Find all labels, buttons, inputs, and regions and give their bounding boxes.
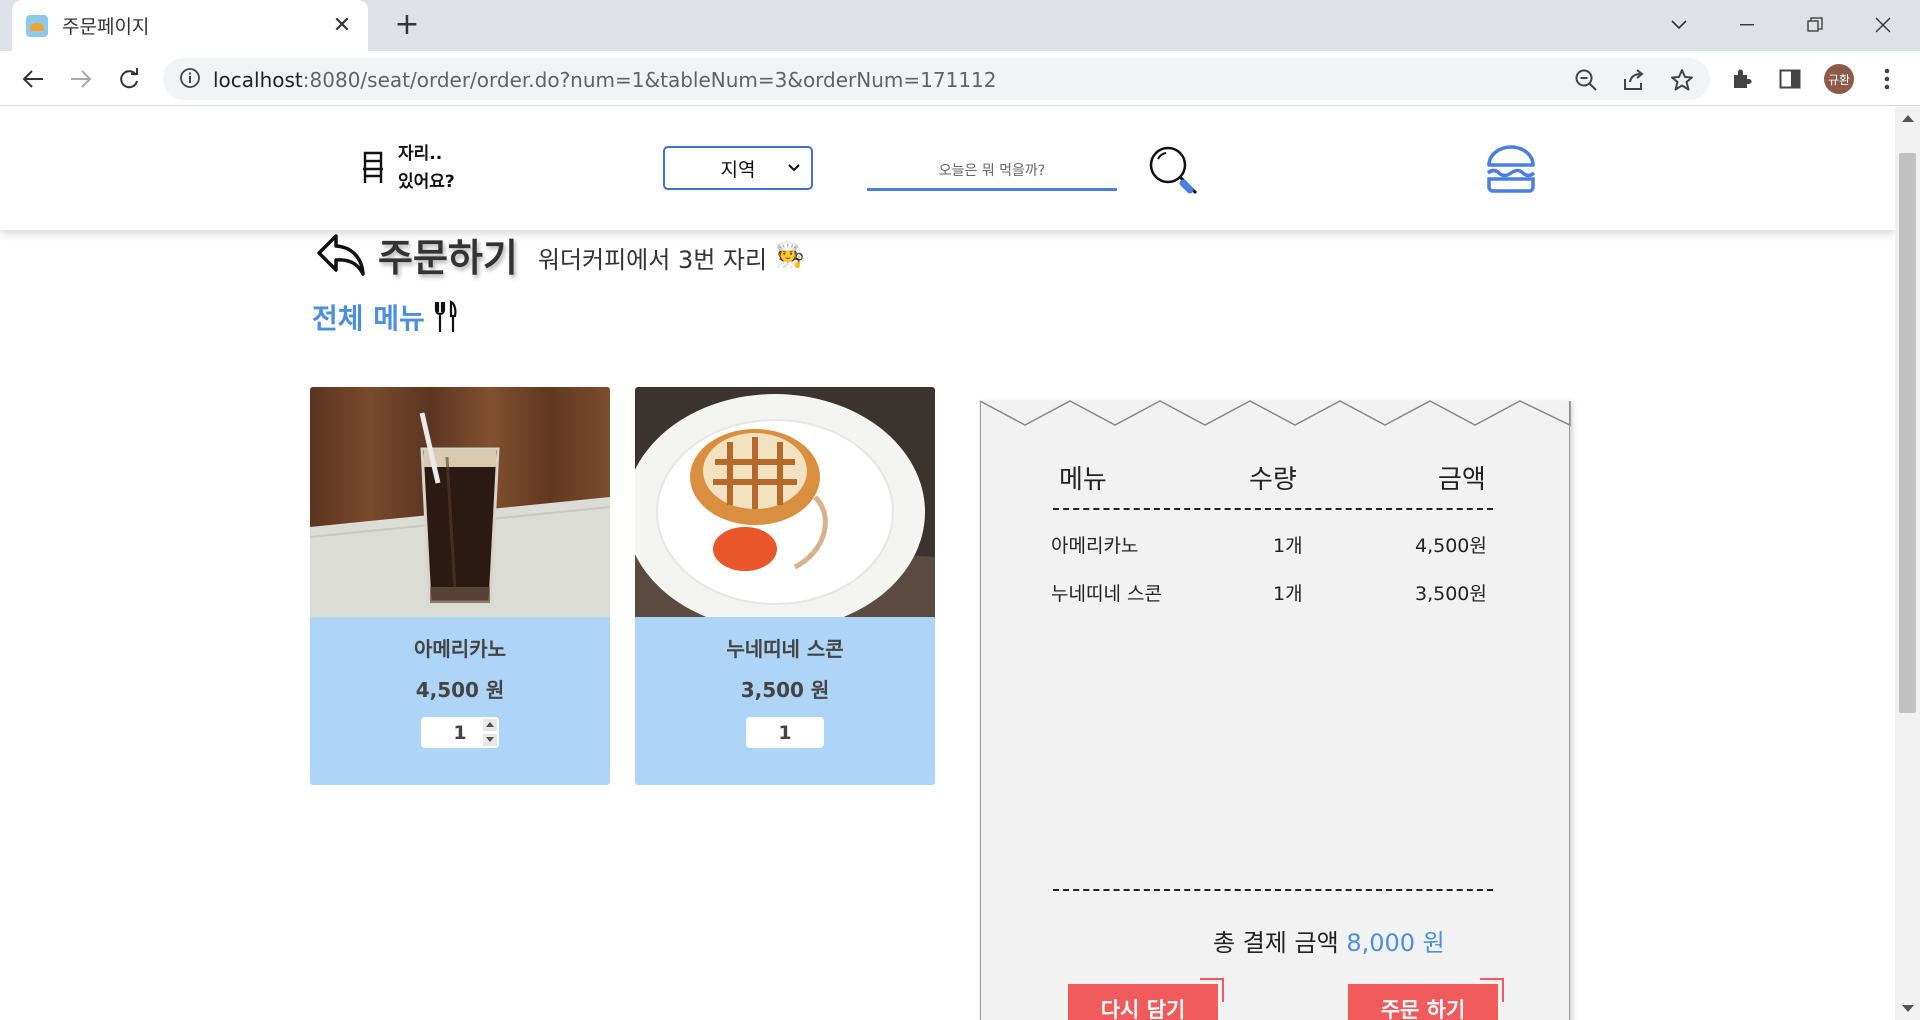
receipt-row-amount: 4,500원 [1415, 535, 1487, 557]
menu-card-scone[interactable]: 누네띠네 스콘 3,500 원 1 [635, 387, 935, 785]
browser-toolbar: localhost:8080/seat/order/order.do?num=1… [0, 51, 1920, 106]
page-scrollbar[interactable] [1895, 107, 1920, 1020]
menu-item-price: 4,500 원 [415, 678, 505, 702]
tab-close-icon[interactable]: ✕ [330, 13, 354, 38]
hamburger-menu-icon[interactable] [1485, 143, 1537, 195]
back-arrow-icon[interactable] [316, 232, 366, 278]
search-placeholder: 오늘은 뭐 먹을까? [938, 162, 1046, 179]
browser-tab-bar: 주문페이지 ✕ + [0, 0, 1920, 51]
logo-line-2: 있어요? [398, 172, 455, 192]
search-icon[interactable] [1146, 143, 1202, 199]
menu-item-name: 아메리카노 [414, 637, 506, 661]
reload-icon[interactable] [112, 62, 146, 96]
scroll-down-icon[interactable] [1902, 1005, 1914, 1012]
quantity-stepper[interactable]: 1 [746, 717, 824, 748]
search-input[interactable]: 오늘은 뭐 먹을까? [867, 151, 1117, 191]
new-tab-button[interactable]: + [390, 9, 424, 43]
store-seat-subtitle: 워더커피에서 3번 자리 [537, 246, 768, 274]
place-order-button[interactable]: 주문 하기 [1348, 978, 1504, 1020]
fork-knife-icon [434, 300, 457, 332]
chevron-down-icon [788, 164, 800, 172]
address-bar[interactable]: localhost:8080/seat/order/order.do?num=1… [163, 58, 1710, 100]
menu-item-price: 3,500 원 [740, 678, 830, 702]
receipt-col-qty: 수량 [1249, 465, 1297, 495]
menu-card-americano[interactable]: 아메리카노 4,500 원 1 [310, 387, 610, 785]
page-title-row: 주문하기 워더커피에서 3번 자리 🧑‍🍳 [316, 227, 805, 282]
browser-menu-icon[interactable] [1872, 64, 1902, 94]
menu-item-name: 누네띠네 스콘 [726, 637, 844, 661]
site-header: 자리.. 있어요? 지역 오늘은 뭐 먹을까? [0, 107, 1895, 230]
quantity-stepper[interactable]: 1 [421, 717, 499, 748]
scroll-thumb[interactable] [1899, 153, 1916, 713]
tab-title: 주문페이지 [62, 16, 150, 38]
receipt-zigzag-edge [979, 400, 1571, 427]
quantity-value: 1 [453, 721, 467, 744]
increment-icon[interactable] [483, 719, 497, 731]
receipt-row-amount: 3,500원 [1415, 583, 1487, 605]
url-text: localhost:8080/seat/order/order.do?num=1… [213, 68, 997, 92]
receipt-total: 총 결제 금액 8,000 원 [1213, 923, 1445, 958]
reset-cart-button[interactable]: 다시 담기 [1068, 978, 1224, 1020]
chef-icon: 🧑‍🍳 [775, 240, 805, 269]
site-logo[interactable]: 자리.. 있어요? [360, 140, 455, 196]
quantity-value: 1 [778, 721, 792, 744]
total-amount: 8,000 원 [1346, 929, 1445, 957]
page-viewport: 자리.. 있어요? 지역 오늘은 뭐 먹을까? 주문하기 워더커피에서 3번 자… [0, 107, 1895, 1020]
receipt-row-qty: 1개 [1273, 535, 1303, 557]
all-menu-tab[interactable]: 전체 메뉴 [312, 297, 459, 337]
receipt-row-menu: 아메리카노 [1051, 535, 1139, 557]
receipt-row-menu: 누네띠네 스콘 [1051, 583, 1162, 605]
receipt-col-amount: 금액 [1438, 465, 1486, 495]
receipt-row-qty: 1개 [1273, 583, 1303, 605]
chair-icon [363, 151, 383, 183]
share-icon[interactable] [1621, 67, 1647, 93]
extensions-icon[interactable] [1727, 64, 1757, 94]
page-title: 주문하기 [378, 236, 518, 280]
receipt-divider-bottom [1053, 889, 1493, 891]
favicon-icon [26, 14, 48, 37]
close-window-button[interactable] [1858, 8, 1908, 42]
region-select[interactable]: 지역 [663, 146, 813, 190]
profile-avatar[interactable]: 규환 [1824, 64, 1854, 94]
bookmark-star-icon[interactable] [1669, 67, 1695, 93]
restore-button[interactable] [1790, 8, 1840, 42]
minimize-button[interactable] [1722, 8, 1772, 42]
americano-photo [310, 387, 610, 617]
order-receipt: 메뉴 수량 금액 아메리카노 1개 4,500원 누네띠네 스콘 1개 3,50… [980, 401, 1570, 1020]
total-label: 총 결제 금액 [1213, 929, 1339, 957]
tab-search-icon[interactable] [1654, 8, 1704, 42]
zoom-icon[interactable] [1573, 67, 1599, 93]
receipt-divider-top [1053, 508, 1493, 510]
decrement-icon[interactable] [483, 734, 497, 746]
side-panel-icon[interactable] [1775, 64, 1805, 94]
scone-photo [635, 387, 935, 617]
region-select-value: 지역 [720, 158, 756, 181]
site-info-icon[interactable] [179, 67, 201, 93]
forward-arrow-icon[interactable] [64, 62, 98, 96]
browser-tab-active[interactable]: 주문페이지 ✕ [12, 0, 368, 51]
scroll-up-icon[interactable] [1902, 115, 1914, 122]
all-menu-label: 전체 메뉴 [312, 302, 425, 335]
back-arrow-icon[interactable] [16, 62, 50, 96]
logo-line-1: 자리.. [398, 144, 443, 164]
receipt-col-menu: 메뉴 [1059, 465, 1107, 495]
